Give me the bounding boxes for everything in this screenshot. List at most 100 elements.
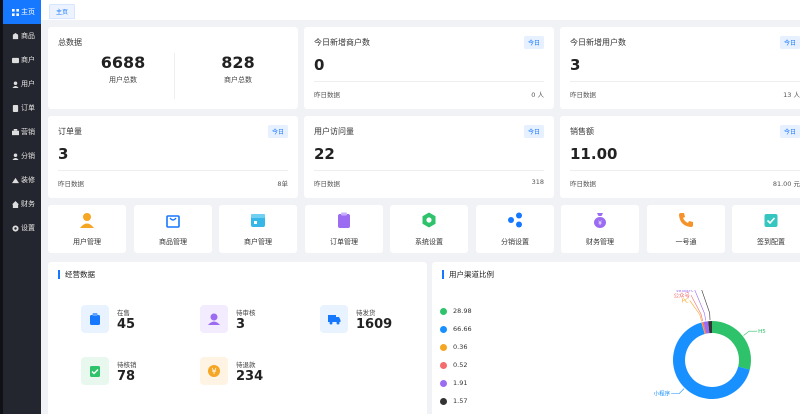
legend-item: 28.98 (440, 306, 472, 316)
user-channel-panel: 用户渠道比例 28.98 66.66 0.36 0.52 1.91 1.57 H5 小程序 P… (432, 262, 800, 414)
shortcut-merchant-manage[interactable]: 商户管理 (219, 205, 297, 253)
sidebar-item-finance[interactable]: 财务 (3, 192, 41, 216)
stat-label: 待核销 (117, 361, 137, 369)
stat-pending-verify[interactable]: 待核销 78 (81, 357, 191, 389)
divider (570, 170, 800, 171)
main-area: 主页 总数据 6688 用户总数 828 商户总数 今日新增商户数 今日 0 昨… (41, 0, 800, 414)
sidebar-item-decoration[interactable]: 装修 (3, 168, 41, 192)
legend-item: 0.52 (440, 360, 467, 370)
refund-icon: ¥ (200, 357, 228, 385)
today-badge: 今日 (267, 125, 288, 138)
section-title: 经营数据 (58, 270, 95, 279)
money-bag-icon: ¥ (594, 213, 606, 228)
legend-item: 1.57 (440, 396, 467, 406)
stat-pending-shipment[interactable]: 待发货 1609 (320, 305, 430, 337)
shortcut-distribution-settings[interactable]: 分销设置 (476, 205, 554, 253)
svg-text:¥: ¥ (211, 367, 216, 376)
shortcut-goods-manage[interactable]: 商品管理 (134, 205, 212, 253)
stat-pending-refund[interactable]: ¥ 待退款 234 (200, 357, 310, 389)
yesterday-value: 0 人 (531, 91, 544, 99)
yesterday-label: 昨日数据 (314, 91, 340, 99)
check-calendar-icon (764, 214, 778, 227)
tab-bar: 主页 (41, 0, 800, 20)
shortcut-finance-manage[interactable]: ¥ 财务管理 (561, 205, 639, 253)
sidebar-item-home[interactable]: 主页 (3, 0, 41, 24)
sidebar-item-label: 订单 (21, 104, 35, 112)
sidebar-item-label: 用户 (21, 80, 35, 88)
yesterday-value: 8单 (277, 180, 288, 188)
stat-value: 45 (117, 317, 136, 332)
shortcut-label: 一号通 (675, 238, 697, 246)
divider (314, 81, 544, 82)
card-value: 22 (314, 145, 335, 163)
shortcut-order-manage[interactable]: 订单管理 (305, 205, 383, 253)
shortcut-label: 分销设置 (501, 238, 529, 246)
divider (570, 81, 800, 82)
svg-text:¥: ¥ (598, 220, 602, 227)
sidebar-item-label: 营销 (21, 128, 35, 136)
sidebar-item-merchant[interactable]: 商户 (3, 48, 41, 72)
card-value: 0 (314, 56, 325, 74)
sidebar-item-label: 商品 (21, 32, 35, 40)
legend-value: 1.57 (453, 397, 468, 405)
total-data-card: 总数据 6688 用户总数 828 商户总数 (48, 27, 298, 109)
shortcut-label: 系统设置 (415, 238, 443, 246)
total-users-value: 6688 (100, 53, 146, 72)
stat-label: 在售 (117, 309, 130, 317)
shortcut-label: 商品管理 (159, 238, 187, 246)
sidebar-item-label: 财务 (21, 200, 35, 208)
sidebar-item-order[interactable]: 订单 (3, 96, 41, 120)
card-title: 销售额 (570, 127, 594, 136)
yesterday-label: 昨日数据 (570, 180, 596, 188)
sidebar-item-settings[interactable]: 设置 (3, 216, 41, 240)
shortcut-system-settings[interactable]: 系统设置 (390, 205, 468, 253)
stat-label: 待审核 (236, 309, 256, 317)
label-leader-line (690, 295, 703, 322)
user-icon (11, 80, 19, 88)
tab-home[interactable]: 主页 (49, 4, 76, 19)
yesterday-label: 昨日数据 (570, 91, 596, 99)
stat-value: 234 (236, 369, 264, 384)
today-badge: 今日 (523, 125, 544, 138)
sidebar-item-user[interactable]: 用户 (3, 72, 41, 96)
shortcut-one-pass[interactable]: 一号通 (647, 205, 725, 253)
shortcut-label: 用户管理 (73, 238, 101, 246)
card-value: 3 (58, 145, 69, 163)
yesterday-label: 昨日数据 (58, 180, 84, 188)
card-title: 用户访问量 (314, 127, 354, 136)
sidebar-item-distribution[interactable]: 分销 (3, 144, 41, 168)
card-title: 今日新增商户数 (314, 38, 370, 47)
shortcut-user-manage[interactable]: 用户管理 (48, 205, 126, 253)
shopping-bag-icon (166, 215, 180, 228)
marketing-icon (11, 128, 19, 136)
sidebar-item-label: 分销 (21, 152, 35, 160)
legend-swatch (440, 361, 447, 369)
sidebar-item-marketing[interactable]: 营销 (3, 120, 41, 144)
verify-icon (81, 357, 109, 385)
yesterday-value: 81.00 元 (772, 180, 800, 188)
today-badge: 今日 (523, 36, 544, 49)
stat-on-sale[interactable]: 在售 45 (81, 305, 191, 337)
shortcut-checkin-config[interactable]: 签到配置 (732, 205, 800, 253)
card-value: 3 (570, 56, 581, 74)
shortcut-label: 签到配置 (757, 238, 785, 246)
legend-swatch (440, 343, 447, 351)
stat-value: 78 (117, 369, 136, 384)
channel-donut-chart: H5小程序PC公众号微信pc微信安卓 (654, 290, 766, 399)
shortcut-label: 财务管理 (586, 238, 614, 246)
sidebar-item-goods[interactable]: 商品 (3, 24, 41, 48)
sidebar-item-label: 主页 (21, 8, 35, 16)
legend-swatch (440, 307, 447, 315)
slice-label: 微信pc (676, 290, 694, 294)
truck-icon (320, 305, 348, 333)
card-title: 订单量 (58, 127, 82, 136)
grid-icon (11, 8, 19, 16)
stat-pending-review[interactable]: 待审核 3 (200, 305, 310, 337)
yesterday-label: 昨日数据 (314, 180, 340, 188)
new-users-card: 今日新增用户数 今日 3 昨日数据 13 人 (560, 27, 800, 109)
sidebar-item-label: 商户 (21, 56, 35, 64)
donut-slice[interactable] (712, 321, 751, 370)
card-title: 总数据 (58, 38, 82, 47)
card-title: 今日新增用户数 (570, 38, 626, 47)
phone-icon (679, 213, 693, 227)
